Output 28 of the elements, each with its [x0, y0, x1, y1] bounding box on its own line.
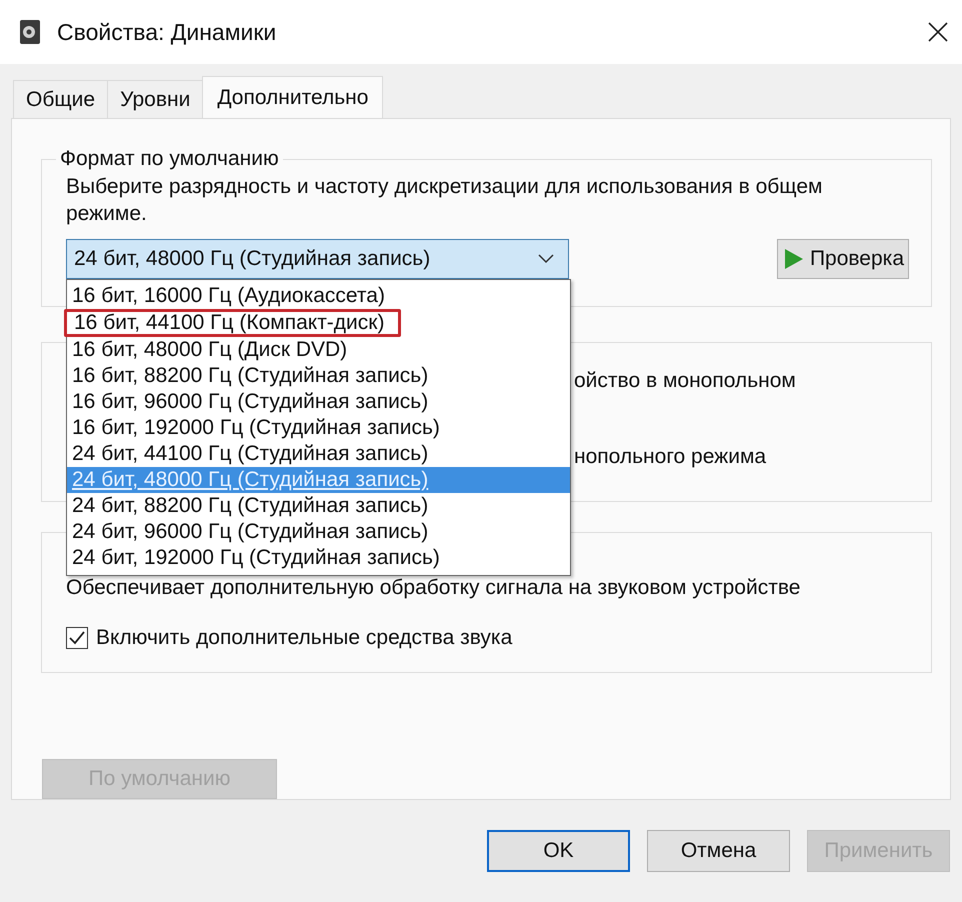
checkbox[interactable] [66, 627, 88, 649]
dialog-button[interactable]: OK [487, 830, 630, 872]
dropdown-option[interactable]: 24 бит, 192000 Гц (Студийная запись) [67, 545, 570, 571]
window-title: Свойства: Динамики [57, 18, 278, 46]
close-icon[interactable] [928, 22, 948, 42]
format-dropdown[interactable]: 24 бит, 48000 Гц (Студийная запись) [66, 239, 569, 279]
tab[interactable]: Дополнительно [202, 76, 384, 118]
test-button[interactable]: Проверка [776, 239, 909, 279]
description-text: ойство в монопольном [574, 369, 797, 393]
dropdown-option[interactable]: 24 бит, 96000 Гц (Студийная запись) [67, 519, 570, 545]
dropdown-option[interactable]: 16 бит, 48000 Гц (Диск DVD) [67, 337, 570, 363]
group-title: Формат по умолчанию [59, 147, 280, 171]
dropdown-option[interactable]: 24 бит, 44100 Гц (Студийная запись) [67, 441, 570, 467]
dropdown-option[interactable]: 16 бит, 96000 Гц (Студийная запись) [67, 389, 570, 415]
description-text: Обеспечивает дополнительную обработку сигнала на звуковом устройстве [66, 576, 802, 600]
dropdown-option[interactable]: 16 бит, 44100 Гц (Компакт-диск) [64, 309, 402, 337]
dropdown-option[interactable]: 16 бит, 88200 Гц (Студийная запись) [67, 363, 570, 389]
dropdown-option[interactable]: 24 бит, 88200 Гц (Студийная запись) [67, 493, 570, 519]
checkbox-label: Включить дополнительные средства звука [96, 626, 512, 650]
chevron-icon [538, 254, 554, 264]
description-text: Выберите разрядность и частоту дискретизации для использования в общем режиме. [66, 174, 824, 227]
dialog-button[interactable]: Отмена [647, 830, 790, 872]
dropdown-option[interactable]: 16 бит, 16000 Гц (Аудиокассета) [67, 283, 570, 309]
tab[interactable]: Общие [13, 80, 108, 118]
description-text: нопольного режима [574, 445, 768, 469]
play-icon [784, 248, 804, 270]
dropdown-option[interactable]: 16 бит, 192000 Гц (Студийная запись) [67, 415, 570, 441]
speaker-icon [19, 19, 41, 45]
